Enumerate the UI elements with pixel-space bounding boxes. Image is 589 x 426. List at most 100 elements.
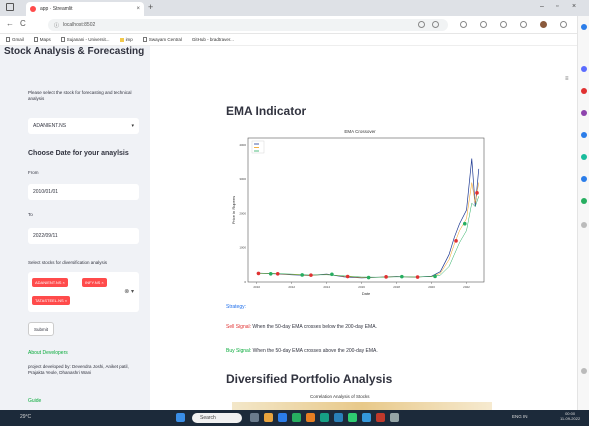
stock-select-label: Please select the stock for forecasting … xyxy=(28,90,132,102)
new-tab-button[interactable]: + xyxy=(148,3,153,12)
clear-selection-icon[interactable]: ⊗ ▾ xyxy=(124,288,134,295)
buy-marker xyxy=(366,275,371,280)
collections-icon[interactable] xyxy=(500,21,507,28)
task-view-icon[interactable] xyxy=(250,413,259,422)
y-tick-label: 3000 xyxy=(239,177,246,181)
weather-widget[interactable]: 29°C xyxy=(20,414,31,420)
app-icon[interactable] xyxy=(320,413,329,422)
sell-marker xyxy=(454,239,458,243)
taskbar-search[interactable]: Search xyxy=(192,413,242,423)
streamlit-favicon-icon xyxy=(30,6,36,12)
browser-tab[interactable]: app · Streamlit × xyxy=(26,2,144,16)
tab-actions-icon[interactable] xyxy=(6,3,14,11)
app-icon[interactable] xyxy=(306,413,315,422)
bookmark-item[interactable]: imp xyxy=(119,37,133,42)
address-bar[interactable]: ⓘ localhost:8502 xyxy=(48,19,448,31)
buy-signal-line: Buy Signal: When the 50-day EMA crosses … xyxy=(226,348,378,354)
buy-signal-text: When the 50-day EMA crosses above the 20… xyxy=(251,348,378,354)
bookmark-item[interactable]: Maps xyxy=(33,37,51,42)
bookmark-item[interactable]: Gmail xyxy=(6,37,24,42)
app-icon[interactable] xyxy=(348,413,357,422)
sell-signal-label: Sell Signal: xyxy=(226,324,252,330)
app-icon[interactable] xyxy=(334,413,343,422)
page-icon xyxy=(142,37,147,42)
sell-signal-text: When the 50-day EMA crosses below the 20… xyxy=(251,324,377,330)
more-menu-icon[interactable] xyxy=(560,21,567,28)
tab-title: app · Streamlit xyxy=(40,6,73,12)
sync-icon[interactable] xyxy=(520,21,527,28)
extension-icon[interactable] xyxy=(460,21,467,28)
minimize-icon[interactable]: – xyxy=(540,3,544,10)
bookmark-item[interactable]: GitHub - bradtraver... xyxy=(192,37,234,42)
extension-icon[interactable] xyxy=(581,176,587,182)
settings-icon[interactable] xyxy=(581,368,587,374)
extension-icon[interactable] xyxy=(581,66,587,72)
buy-marker xyxy=(300,273,304,277)
about-developers-link[interactable]: About Developers xyxy=(28,350,68,356)
x-tick-label: 2022 xyxy=(463,285,470,289)
hamburger-menu-icon[interactable]: ≡ xyxy=(565,76,569,82)
extension-icon[interactable] xyxy=(581,132,587,138)
extension-icon[interactable] xyxy=(581,110,587,116)
app-icon[interactable] xyxy=(376,413,385,422)
extension-icon[interactable] xyxy=(581,198,587,204)
back-icon[interactable]: ← xyxy=(6,20,14,28)
buy-marker xyxy=(400,274,404,279)
store-icon[interactable] xyxy=(292,413,301,422)
bookmark-item[interactable]: Sujanani - Universit... xyxy=(60,37,110,42)
main-content: ≡ EMA Indicator EMA Crossover Date Price… xyxy=(150,46,577,410)
buy-signal-label: Buy Signal: xyxy=(226,348,252,354)
chevron-down-icon[interactable]: ▾ xyxy=(131,123,134,129)
start-icon[interactable] xyxy=(176,413,185,422)
x-tick-label: 2012 xyxy=(288,285,295,289)
diversification-label: Select stocks for diversification analys… xyxy=(28,260,108,265)
file-explorer-icon[interactable] xyxy=(264,413,273,422)
tab-close-icon[interactable]: × xyxy=(136,6,140,12)
close-window-icon[interactable]: × xyxy=(572,3,576,10)
diversified-heading: Diversified Portfolio Analysis xyxy=(226,372,393,386)
page-icon xyxy=(33,37,38,42)
submit-button[interactable]: Submit xyxy=(28,322,54,336)
add-icon[interactable] xyxy=(581,222,587,228)
edge-browser-icon[interactable] xyxy=(278,413,287,422)
diversification-multiselect[interactable]: ADANIENT.NS × INFY.NS × TATASTEEL.NS × ⊗… xyxy=(28,272,139,312)
guide-link[interactable]: Guide xyxy=(28,398,41,404)
y-tick-label: 4000 xyxy=(239,143,246,147)
buy-marker xyxy=(330,272,334,277)
credits-text: project developed by: Devendra Joshi, An… xyxy=(28,364,129,376)
sell-marker xyxy=(309,273,313,277)
profile-avatar-icon[interactable] xyxy=(540,21,547,28)
chart-legend xyxy=(251,140,265,154)
strategy-label: Strategy: xyxy=(226,304,247,310)
page-icon xyxy=(60,37,65,42)
clock[interactable]: 00:00 11-09-2022 xyxy=(560,411,581,422)
app-icon[interactable] xyxy=(362,413,371,422)
search-placeholder: Search xyxy=(200,415,216,421)
zoom-icon[interactable] xyxy=(418,21,425,28)
buy-marker xyxy=(462,221,467,226)
extension-icon[interactable] xyxy=(581,88,587,94)
to-date-input[interactable]: 2022/09/11 xyxy=(28,228,139,244)
chip-tatasteel[interactable]: TATASTEEL.NS × xyxy=(32,296,71,305)
bookmark-item[interactable]: Swayam Central xyxy=(142,37,182,42)
bookmark-star-icon[interactable] xyxy=(432,21,439,28)
chip-adanient[interactable]: ADANIENT.NS × xyxy=(32,278,68,287)
restore-icon[interactable]: ▫ xyxy=(556,3,558,10)
clock-date: 11-09-2022 xyxy=(560,415,581,421)
extension-icon[interactable] xyxy=(581,154,587,160)
site-info-icon[interactable]: ⓘ xyxy=(54,22,59,29)
stock-select[interactable]: ADANIENT.NS ▾ xyxy=(28,118,139,134)
from-date-input[interactable]: 2010/01/01 xyxy=(28,184,139,200)
sell-marker xyxy=(475,191,479,195)
chip-infy[interactable]: INFY.NS × xyxy=(82,278,107,287)
search-icon[interactable] xyxy=(581,24,587,30)
favorites-icon[interactable] xyxy=(480,21,487,28)
sidebar-title: Stock Analysis & Forecasting xyxy=(4,46,145,57)
system-tray[interactable]: ENG IN xyxy=(512,414,528,419)
sell-marker xyxy=(415,275,420,279)
reload-icon[interactable]: C xyxy=(20,20,26,28)
y-tick-label: 2000 xyxy=(239,211,246,215)
x-axis-label: Date xyxy=(362,291,371,296)
app-icon[interactable] xyxy=(390,413,399,422)
app-sidebar: Stock Analysis & Forecasting Please sele… xyxy=(0,46,150,410)
